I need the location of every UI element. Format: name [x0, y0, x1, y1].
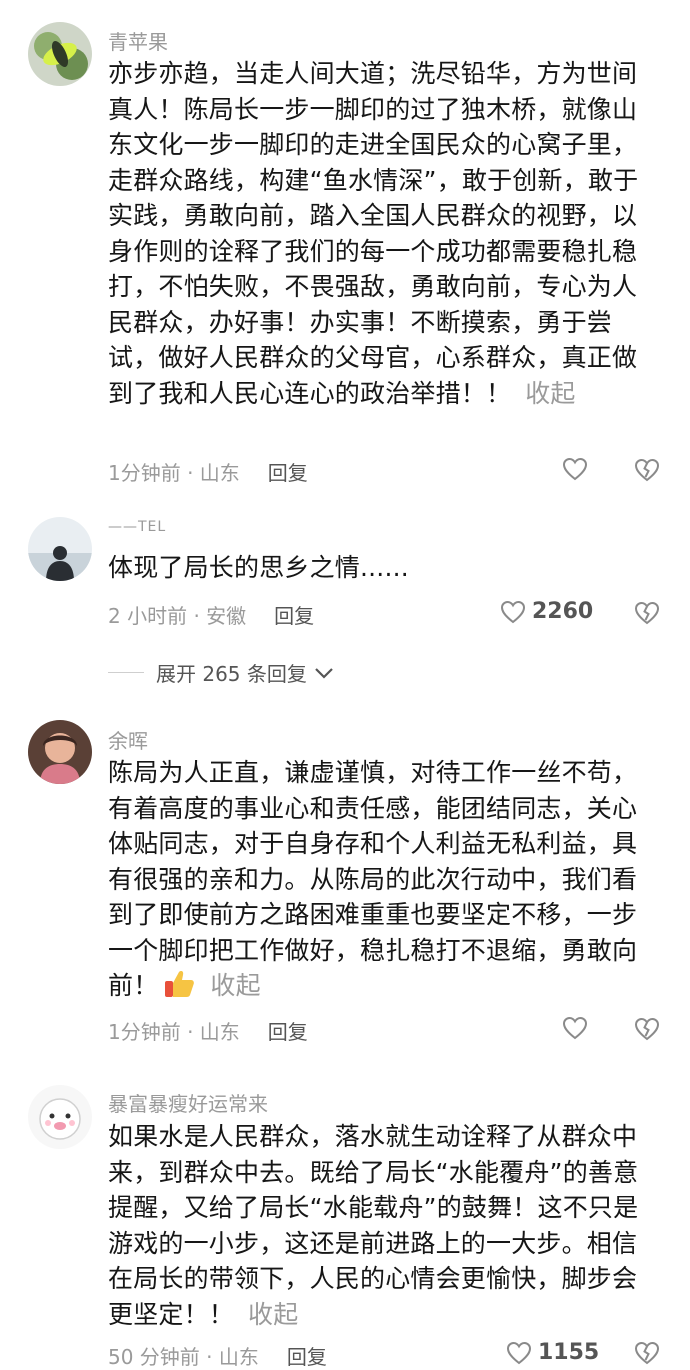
comment-text: 陈局为人正直，谦虚谨慎，对待工作一丝不苟，有着高度的事业心和责任感，能团结同志，…: [108, 755, 648, 1010]
avatar[interactable]: [28, 720, 92, 784]
comment-text: 体现了局长的思乡之情......: [108, 553, 409, 582]
comment-username[interactable]: ——TEL: [108, 519, 166, 535]
comment-meta: 50 分钟前 · 山东 回复: [108, 1341, 327, 1370]
comment-username[interactable]: 暴富暴瘦好运常来: [108, 1088, 268, 1117]
chevron-down-icon: [315, 667, 333, 679]
comment-meta: 1分钟前 · 山东 回复: [108, 1016, 308, 1045]
comment-meta: 1分钟前 · 山东 回复: [108, 457, 308, 486]
comment-text: 如果水是人民群众，落水就生动诠释了从群众中来，到群众中去。既给了局长“水能覆舟”…: [108, 1122, 639, 1329]
comment-meta: 2 小时前 · 安徽 回复: [108, 600, 314, 629]
reply-button[interactable]: 回复: [287, 1345, 327, 1369]
broken-heart-icon: [634, 1341, 660, 1365]
collapse-link[interactable]: 收起: [210, 971, 260, 1000]
comment-time-location: 1分钟前 · 山东: [108, 1020, 240, 1044]
like-button[interactable]: [562, 457, 594, 481]
dislike-button[interactable]: [634, 1017, 660, 1045]
like-button[interactable]: 1155: [506, 1340, 599, 1365]
comment-username[interactable]: 青苹果: [108, 26, 168, 55]
dislike-button[interactable]: [634, 458, 660, 486]
dislike-button[interactable]: [634, 1341, 660, 1369]
comment-time-location: 1分钟前 · 山东: [108, 461, 240, 485]
broken-heart-icon: [634, 458, 660, 482]
dislike-button[interactable]: [634, 601, 660, 629]
heart-outline-icon: [562, 457, 588, 481]
like-count: 1155: [538, 1340, 600, 1365]
expand-replies-label: 展开 265 条回复: [156, 662, 307, 686]
like-button[interactable]: [562, 1016, 594, 1040]
expand-replies-button[interactable]: 展开 265 条回复: [108, 658, 335, 687]
collapse-link[interactable]: 收起: [248, 1300, 298, 1329]
avatar[interactable]: [28, 22, 92, 86]
thumbs-up-emoji: [162, 968, 196, 1010]
broken-heart-icon: [634, 601, 660, 625]
reply-button[interactable]: 回复: [268, 1020, 308, 1044]
heart-outline-icon: [506, 1341, 532, 1364]
comment-time-location: 50 分钟前 · 山东: [108, 1345, 259, 1369]
like-button[interactable]: 2260: [500, 599, 593, 624]
comment-text: 亦步亦趋，当走人间大道；洗尽铅华，方为世间真人！陈局长一步一脚印的过了独木桥，就…: [108, 59, 639, 408]
reply-button[interactable]: 回复: [268, 461, 308, 485]
avatar[interactable]: [28, 517, 92, 581]
reply-button[interactable]: 回复: [274, 604, 314, 628]
heart-outline-icon: [562, 1016, 588, 1040]
like-count: 2260: [532, 599, 594, 624]
comment-time-location: 2 小时前 · 安徽: [108, 604, 247, 628]
broken-heart-icon: [634, 1017, 660, 1041]
heart-outline-icon: [500, 600, 526, 623]
comment-username[interactable]: 余晖: [108, 725, 148, 754]
collapse-link[interactable]: 收起: [525, 379, 575, 408]
avatar[interactable]: [28, 1085, 92, 1149]
divider: [108, 672, 144, 673]
